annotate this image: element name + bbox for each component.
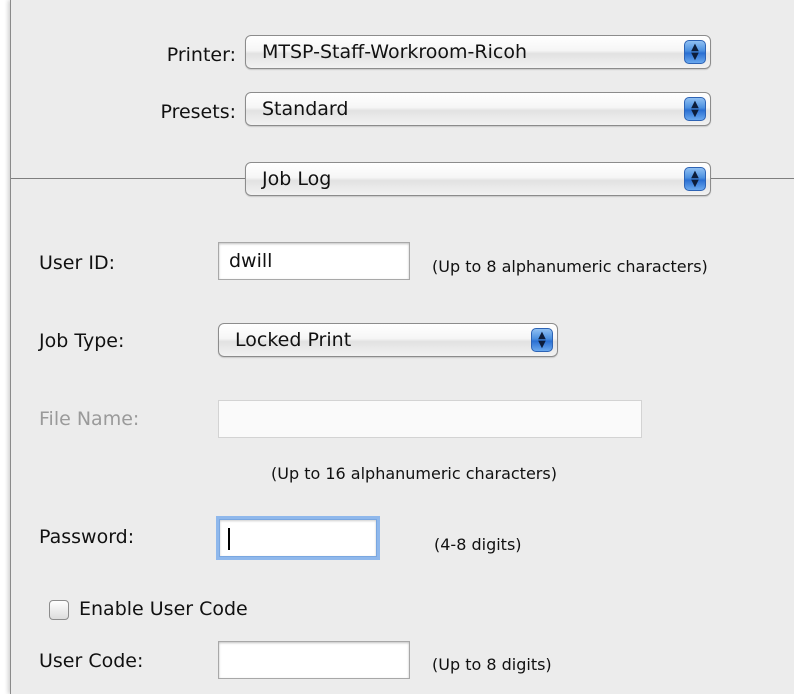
up-down-arrows-icon: ▲ ▼ [684,167,706,191]
up-down-arrows-icon: ▲ ▼ [684,97,706,121]
file-name-hint: (Up to 16 alphanumeric characters) [271,464,557,483]
printer-label: Printer: [166,44,236,66]
printer-popup-value: MTSP-Staff-Workroom-Ricoh [262,41,527,63]
enable-user-code-label[interactable]: Enable User Code [79,598,248,620]
presets-label: Presets: [160,101,236,123]
password-label: Password: [39,526,135,548]
job-type-popup-value: Locked Print [235,329,352,351]
user-code-field[interactable] [218,641,410,679]
file-name-field[interactable] [218,400,642,438]
presets-popup[interactable]: Standard ▲ ▼ [245,92,711,126]
presets-popup-value: Standard [262,98,349,120]
checkbox-unchecked-icon[interactable] [49,600,69,620]
file-name-label: File Name: [39,408,140,430]
text-cursor [228,528,230,550]
user-code-hint: (Up to 8 digits) [432,655,552,674]
printer-popup[interactable]: MTSP-Staff-Workroom-Ricoh ▲ ▼ [245,35,711,69]
password-field[interactable] [219,519,377,557]
user-id-label: User ID: [39,252,115,274]
print-dialog-panel: Printer: MTSP-Staff-Workroom-Ricoh ▲ ▼ Pr… [10,0,794,694]
password-hint: (4-8 digits) [434,535,522,554]
user-code-label: User Code: [39,650,144,672]
job-type-popup[interactable]: Locked Print ▲ ▼ [218,323,558,357]
user-id-hint: (Up to 8 alphanumeric characters) [432,257,708,276]
pane-popup[interactable]: Job Log ▲ ▼ [245,162,711,196]
job-type-label: Job Type: [39,330,125,352]
pane-popup-value: Job Log [262,168,332,190]
up-down-arrows-icon: ▲ ▼ [531,328,553,352]
up-down-arrows-icon: ▲ ▼ [684,40,706,64]
user-id-field[interactable]: dwill [218,242,410,280]
